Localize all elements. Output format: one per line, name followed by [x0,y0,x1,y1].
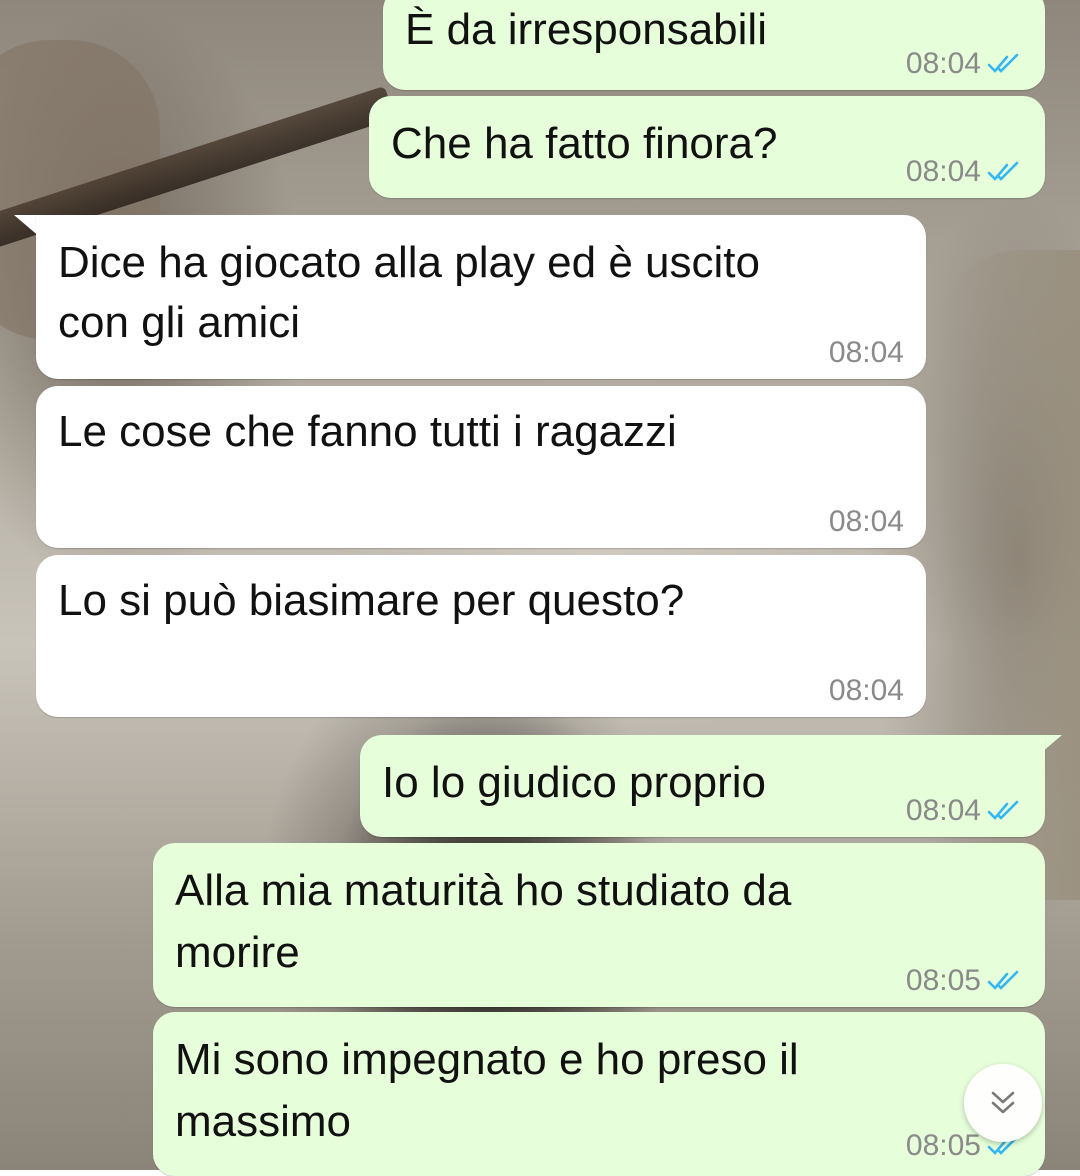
message-bubble-outgoing[interactable]: Mi sono impegnato e ho preso il massimo … [153,1012,1045,1176]
message-bubble-outgoing[interactable]: Che ha fatto finora? 08:04 [369,96,1045,198]
message-meta: 08:04 [906,46,1023,82]
message-text: Alla mia maturità ho studiato da [175,866,792,915]
message-bubble-outgoing[interactable]: Alla mia maturità ho studiato da morire … [153,843,1045,1007]
message-bubble-outgoing[interactable]: È da irresponsabili 08:04 [383,0,1045,90]
message-time: 08:04 [905,794,981,827]
message-text: Mi sono impegnato e ho preso il [175,1035,799,1084]
message-meta: 08:05 [906,963,1023,999]
message-text: Dice ha giocato alla play ed è uscito [58,238,760,287]
message-text: Io lo giudico proprio [382,758,767,807]
message-text: morire [175,928,300,977]
message-bubble-incoming[interactable]: Lo si può biasimare per questo? 08:04 [36,555,926,717]
message-time: 08:04 [828,505,904,538]
double-check-icon [987,53,1019,73]
message-bubble-outgoing[interactable]: Io lo giudico proprio 08:04 [360,735,1045,837]
message-bubble-incoming[interactable]: Le cose che fanno tutti i ragazzi 08:04 [36,386,926,548]
double-check-icon [987,800,1019,820]
message-time: 08:04 [828,674,904,707]
message-time: 08:04 [905,47,981,80]
message-bubble-incoming[interactable]: Dice ha giocato alla play ed è uscito co… [36,215,926,379]
message-meta: 08:04 [906,154,1023,190]
message-text: con gli amici [58,298,301,347]
message-time: 08:05 [905,964,981,997]
message-meta: 08:04 [829,504,904,540]
message-meta: 08:04 [829,335,904,371]
message-meta: 08:04 [906,793,1023,829]
double-check-icon [987,161,1019,181]
message-time: 08:05 [905,1129,981,1162]
message-text: Le cose che fanno tutti i ragazzi [58,407,677,456]
message-text: Che ha fatto finora? [391,119,778,168]
chevron-double-down-icon [991,1091,1015,1114]
message-meta: 08:04 [829,673,904,709]
message-text: massimo [175,1097,352,1146]
message-text: È da irresponsabili [405,5,767,54]
message-time: 08:04 [828,336,904,369]
double-check-icon [987,970,1019,990]
message-time: 08:04 [905,155,981,188]
message-text: Lo si può biasimare per questo? [58,576,685,625]
scroll-to-bottom-button[interactable] [964,1064,1042,1142]
